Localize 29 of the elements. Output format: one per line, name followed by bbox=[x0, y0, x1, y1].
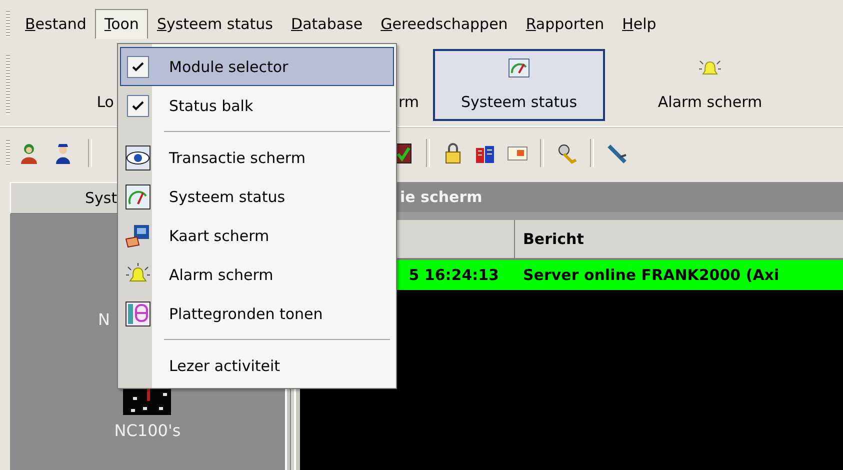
tool-icon[interactable] bbox=[606, 142, 628, 164]
grip-handle[interactable] bbox=[6, 55, 10, 115]
menu-item[interactable]: Rapporten bbox=[516, 9, 614, 39]
module-button[interactable]: Lo bbox=[16, 49, 118, 121]
floorplan-icon bbox=[125, 300, 151, 326]
table-cell-text: 5 16:24:13 bbox=[408, 266, 500, 284]
column-header[interactable]: Bericht bbox=[515, 220, 584, 258]
gauge-icon bbox=[507, 57, 531, 79]
grip-handle[interactable] bbox=[6, 11, 10, 37]
menu-option[interactable]: Transactie scherm bbox=[120, 138, 394, 177]
menu-item[interactable]: Database bbox=[282, 9, 372, 39]
menu-item[interactable]: Systeem status bbox=[148, 9, 282, 39]
module-button[interactable]: Systeem status bbox=[433, 49, 605, 121]
gauge-icon bbox=[125, 184, 151, 210]
menu-option[interactable]: Module selector bbox=[120, 47, 394, 86]
module-button[interactable]: Alarm scherm bbox=[615, 49, 805, 121]
menu-option[interactable]: Status balk bbox=[120, 86, 394, 125]
menu-option[interactable]: Lezer activiteit bbox=[120, 346, 394, 385]
person-icon[interactable] bbox=[18, 142, 40, 164]
menu-item[interactable]: Toon bbox=[95, 9, 148, 39]
grip-handle[interactable] bbox=[6, 140, 10, 166]
menu-item[interactable]: Bestand bbox=[16, 9, 96, 39]
menu-option[interactable]: Plattegronden tonen bbox=[120, 294, 394, 333]
menu-option[interactable]: Kaart scherm bbox=[120, 216, 394, 255]
map-icon bbox=[125, 222, 151, 248]
menu-item[interactable]: Gereedschappen bbox=[372, 9, 517, 39]
table-cell-text: Server online FRANK2000 (Axi bbox=[522, 266, 780, 284]
menu-item[interactable]: Help bbox=[613, 9, 666, 39]
eye-icon bbox=[125, 144, 151, 170]
